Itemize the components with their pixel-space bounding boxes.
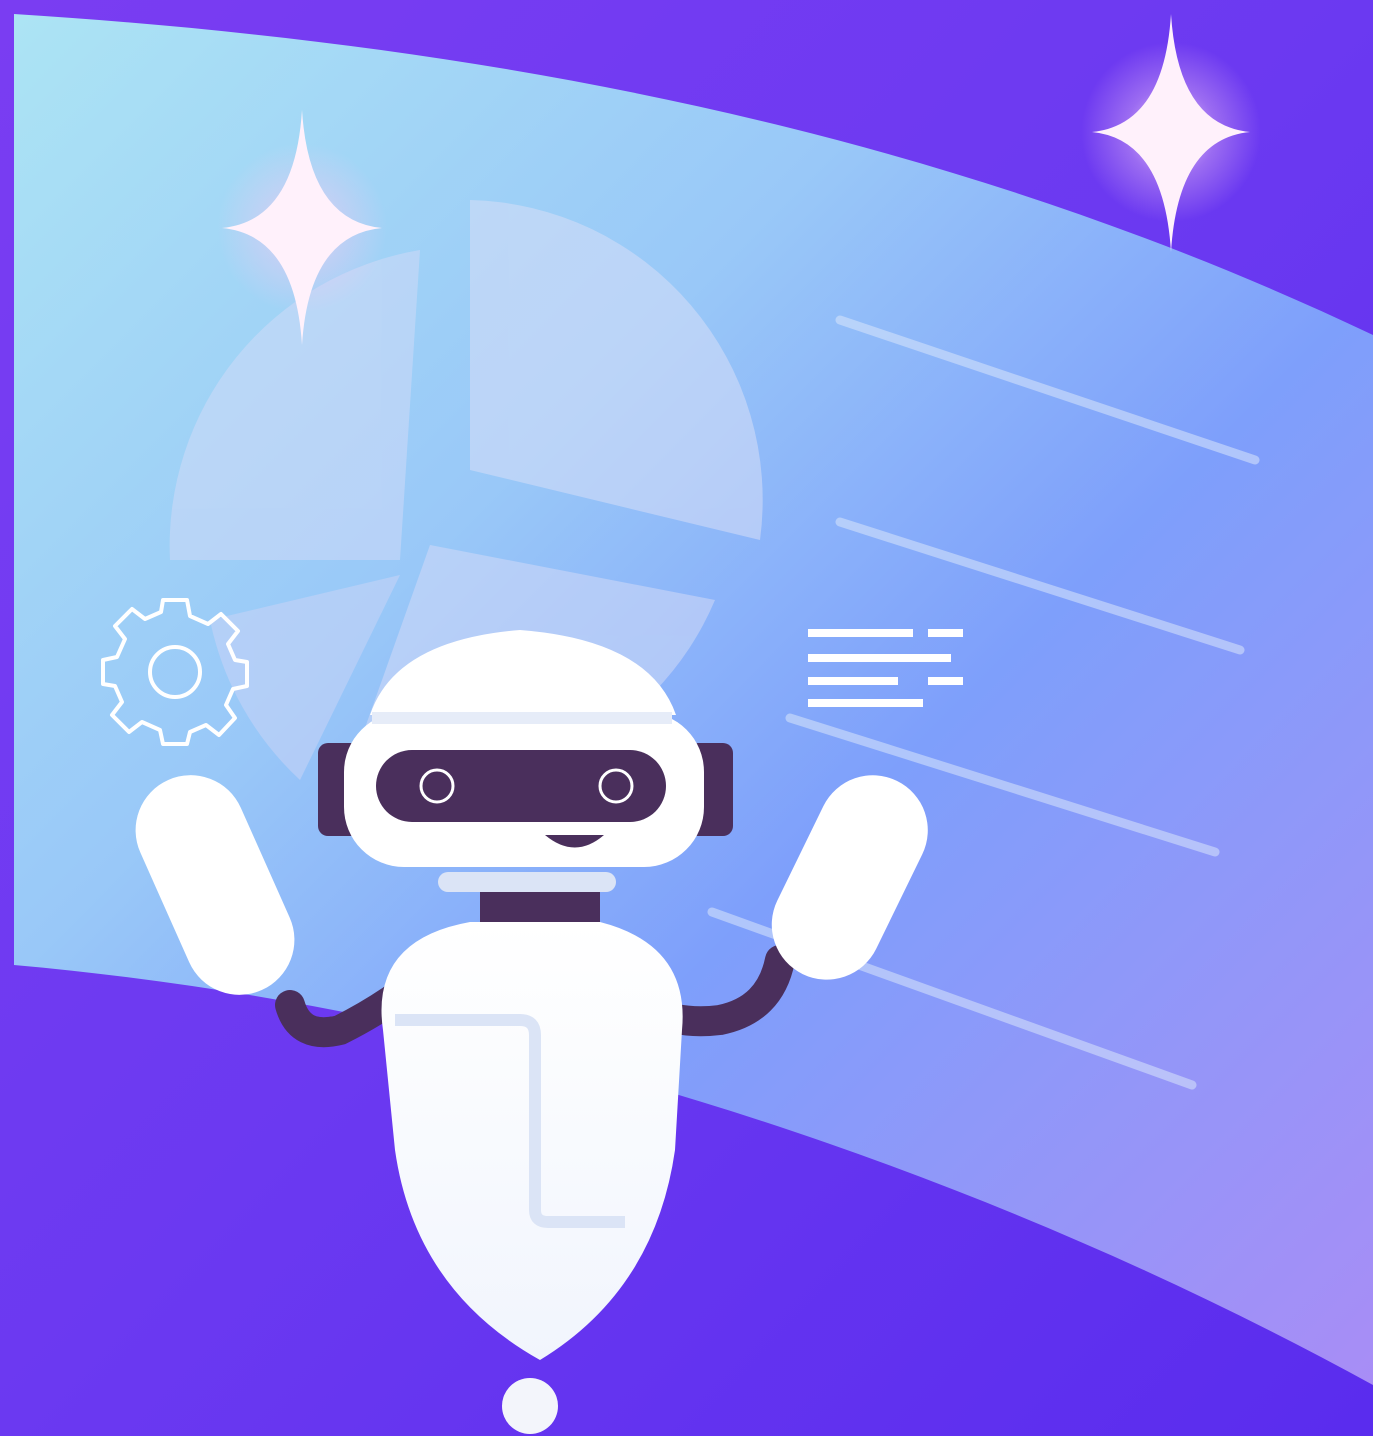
- robot-ball: [502, 1378, 558, 1434]
- illustration-canvas: [0, 0, 1373, 1436]
